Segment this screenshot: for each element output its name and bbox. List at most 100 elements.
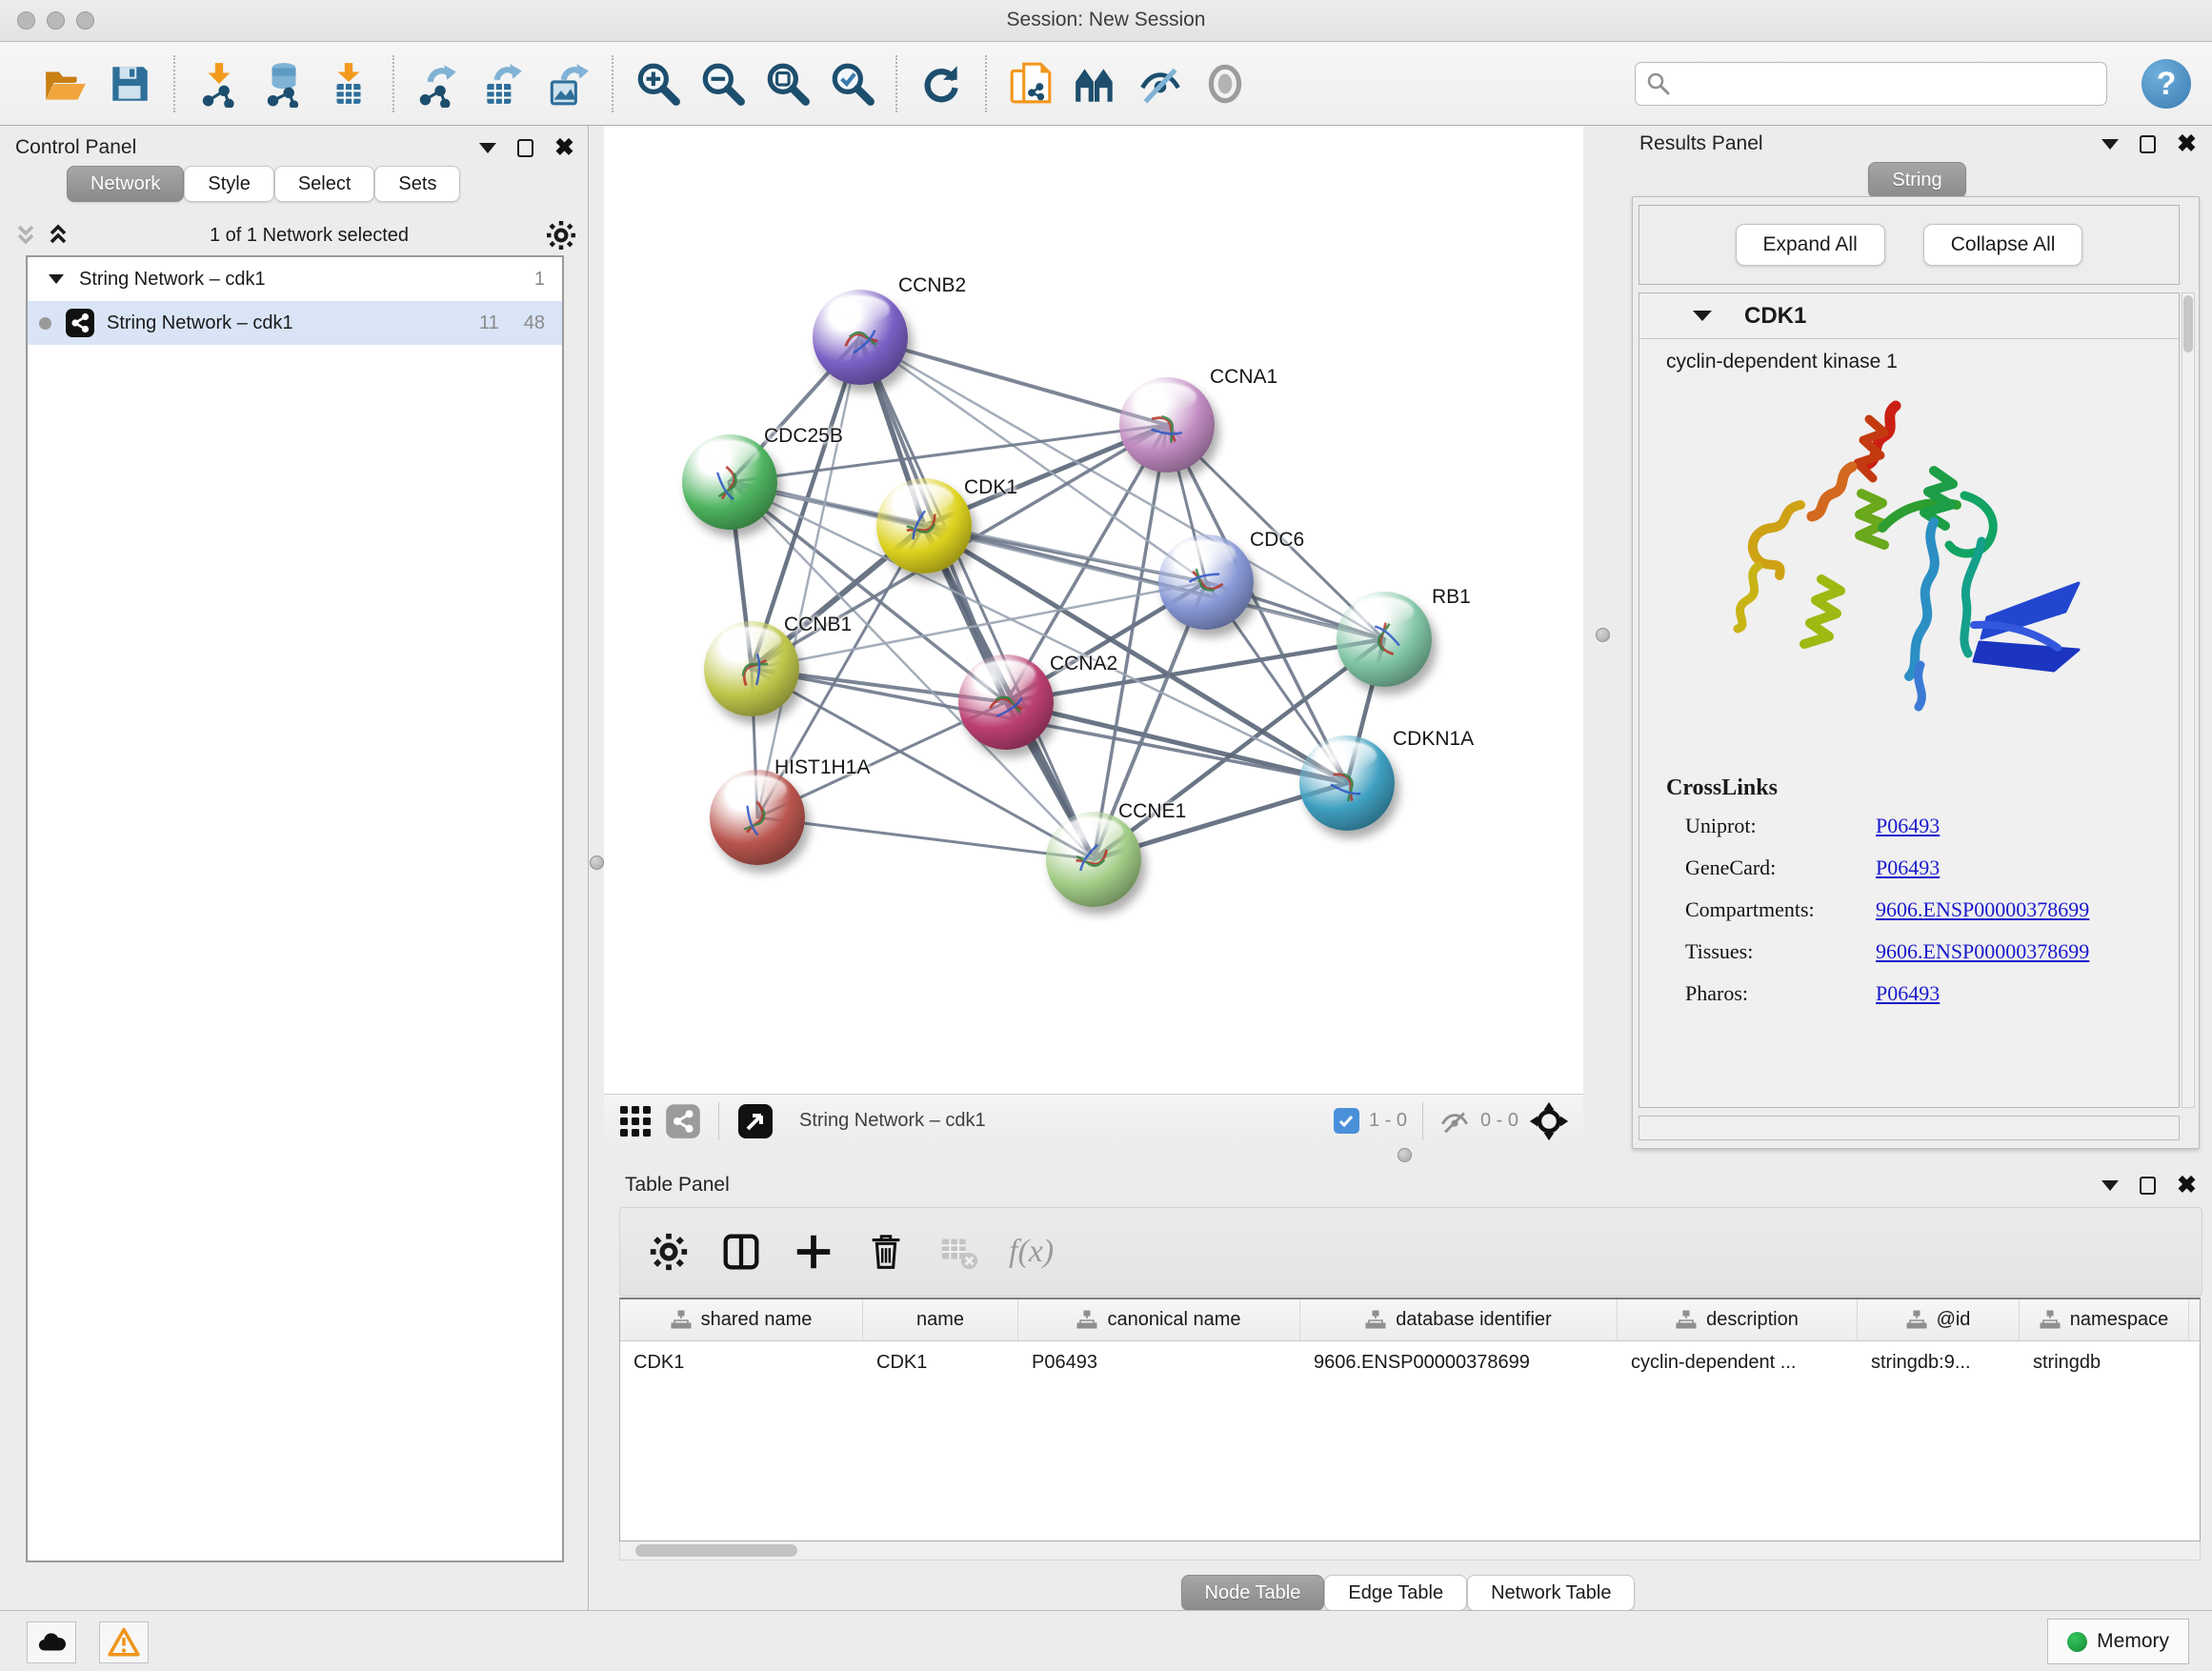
column-header-canonicalname[interactable]: canonical name bbox=[1018, 1299, 1300, 1340]
crosslink-link[interactable]: 9606.ENSP00000378699 bbox=[1876, 939, 2089, 964]
show-hidden-button[interactable] bbox=[1199, 58, 1251, 110]
refresh-network-button[interactable] bbox=[915, 58, 967, 110]
search-input[interactable] bbox=[1679, 73, 2106, 95]
network-options-gear-icon[interactable] bbox=[544, 218, 578, 252]
save-session-button[interactable] bbox=[104, 58, 155, 110]
warnings-button[interactable] bbox=[99, 1621, 149, 1663]
crosslink-link[interactable]: P06493 bbox=[1876, 814, 1940, 838]
network-canvas[interactable]: CCNB2CCNA1CDC25BCDK1CDC6RB1CCNB1CCNA2CDK… bbox=[604, 126, 1583, 1094]
selected-checkbox-icon[interactable] bbox=[1334, 1108, 1359, 1134]
collection-expand-icon[interactable] bbox=[49, 274, 64, 284]
crosslink-link[interactable]: P06493 bbox=[1876, 856, 1940, 880]
float-panel-icon[interactable] bbox=[479, 143, 496, 153]
tab-network-table[interactable]: Network Table bbox=[1467, 1575, 1635, 1611]
network-collection-row[interactable]: String Network – cdk1 1 bbox=[28, 257, 562, 301]
network-view-title: String Network – cdk1 bbox=[799, 1110, 986, 1132]
collapse-all-icon[interactable] bbox=[10, 219, 42, 252]
tab-select[interactable]: Select bbox=[274, 166, 375, 202]
table-options-gear-icon[interactable] bbox=[647, 1230, 691, 1274]
network-node-CDKN1A[interactable] bbox=[1299, 735, 1395, 831]
maximize-panel-icon[interactable] bbox=[517, 139, 533, 157]
entry-expand-icon[interactable] bbox=[1693, 311, 1712, 321]
create-column-plus-icon[interactable] bbox=[792, 1230, 835, 1274]
export-image-button[interactable] bbox=[542, 58, 593, 110]
node-label-CDC6: CDC6 bbox=[1250, 529, 1304, 552]
export-network-button[interactable] bbox=[412, 58, 464, 110]
network-node-CDK1[interactable] bbox=[876, 478, 972, 574]
float-panel-icon[interactable] bbox=[2101, 1180, 2119, 1191]
column-header-id[interactable]: @id bbox=[1858, 1299, 2020, 1340]
table-scrollbar-thumb[interactable] bbox=[635, 1544, 797, 1557]
node-table-body: CDK1CDK1P064939606.ENSP00000378699cyclin… bbox=[620, 1341, 2200, 1383]
import-table-button[interactable] bbox=[323, 58, 374, 110]
memory-button[interactable]: Memory bbox=[2047, 1619, 2189, 1664]
tab-edge-table[interactable]: Edge Table bbox=[1324, 1575, 1467, 1611]
gene-entry-header[interactable]: CDK1 bbox=[1639, 293, 2179, 339]
maximize-panel-icon[interactable] bbox=[2140, 1177, 2156, 1195]
column-header-name[interactable]: name bbox=[863, 1299, 1018, 1340]
column-header-sharedname[interactable]: shared name bbox=[620, 1299, 863, 1340]
column-header-description[interactable]: description bbox=[1618, 1299, 1858, 1340]
crosslink-row: Uniprot:P06493 bbox=[1639, 805, 2179, 847]
column-header-namespace[interactable]: namespace bbox=[2020, 1299, 2189, 1340]
maximize-panel-icon[interactable] bbox=[2140, 135, 2156, 153]
right-splitter[interactable] bbox=[1583, 126, 1622, 1158]
zoom-in-button[interactable] bbox=[632, 58, 683, 110]
results-scrollbar[interactable] bbox=[2182, 292, 2195, 1108]
zoom-selected-button[interactable] bbox=[826, 58, 877, 110]
export-table-button[interactable] bbox=[477, 58, 529, 110]
export-view-icon[interactable] bbox=[736, 1102, 774, 1140]
hidden-eye-slash-icon[interactable] bbox=[1438, 1105, 1471, 1137]
collapse-all-button[interactable]: Collapse All bbox=[1923, 224, 2083, 266]
tab-sets[interactable]: Sets bbox=[374, 166, 460, 202]
close-panel-icon[interactable]: ✖ bbox=[2177, 1176, 2197, 1195]
float-panel-icon[interactable] bbox=[2101, 139, 2119, 150]
import-network-button[interactable] bbox=[193, 58, 245, 110]
show-columns-icon[interactable] bbox=[719, 1230, 763, 1274]
delete-table-icon bbox=[936, 1230, 980, 1274]
tab-style[interactable]: Style bbox=[184, 166, 273, 202]
table-row[interactable]: CDK1CDK1P064939606.ENSP00000378699cyclin… bbox=[620, 1341, 2200, 1383]
hide-selected-button[interactable] bbox=[1135, 58, 1186, 110]
column-header-label: shared name bbox=[701, 1309, 813, 1331]
network-node-CCNA2[interactable] bbox=[958, 654, 1054, 750]
zoom-fit-button[interactable] bbox=[761, 58, 813, 110]
table-cell: stringdb bbox=[2020, 1341, 2189, 1383]
close-panel-icon[interactable]: ✖ bbox=[2177, 134, 2197, 153]
table-horizontal-scrollbar[interactable] bbox=[619, 1541, 2201, 1560]
tab-string[interactable]: String bbox=[1868, 162, 1965, 198]
network-node-CCNE1[interactable] bbox=[1046, 812, 1141, 907]
network-badge-icon[interactable] bbox=[665, 1103, 701, 1139]
expand-all-icon[interactable] bbox=[42, 219, 74, 252]
crosslink-link[interactable]: 9606.ENSP00000378699 bbox=[1876, 897, 2089, 922]
network-node-RB1[interactable] bbox=[1337, 592, 1432, 687]
network-row[interactable]: String Network – cdk1 1148 bbox=[28, 301, 562, 345]
birds-eye-crosshair-icon[interactable] bbox=[1528, 1100, 1570, 1142]
network-node-HIST1H1A[interactable] bbox=[710, 770, 805, 865]
zoom-out-button[interactable] bbox=[696, 58, 748, 110]
network-node-CCNA1[interactable] bbox=[1119, 377, 1215, 473]
grid-view-icon[interactable] bbox=[617, 1103, 654, 1139]
expand-all-button[interactable]: Expand All bbox=[1736, 224, 1885, 266]
open-session-button[interactable] bbox=[39, 58, 90, 110]
clone-network-button[interactable] bbox=[1005, 58, 1056, 110]
delete-column-trash-icon[interactable] bbox=[864, 1230, 908, 1274]
bottom-splitter-handle[interactable] bbox=[1398, 1148, 1412, 1162]
tab-node-table[interactable]: Node Table bbox=[1181, 1575, 1325, 1611]
network-node-CCNB2[interactable] bbox=[813, 290, 908, 385]
left-splitter[interactable] bbox=[589, 126, 604, 1610]
crosslink-link[interactable]: P06493 bbox=[1876, 981, 1940, 1006]
right-splitter-handle[interactable] bbox=[1596, 628, 1610, 642]
import-database-button[interactable] bbox=[258, 58, 310, 110]
column-header-databaseidentifier[interactable]: database identifier bbox=[1300, 1299, 1618, 1340]
cloud-status-button[interactable] bbox=[27, 1621, 76, 1663]
help-button[interactable]: ? bbox=[2142, 59, 2191, 109]
results-scrollbar-thumb[interactable] bbox=[2183, 295, 2193, 352]
close-panel-icon[interactable]: ✖ bbox=[554, 138, 574, 157]
node-gloss-highlight bbox=[829, 295, 890, 324]
left-splitter-handle[interactable] bbox=[590, 856, 604, 870]
network-node-CDC25B[interactable] bbox=[682, 434, 777, 530]
tab-network[interactable]: Network bbox=[67, 166, 184, 202]
graphics-details-button[interactable] bbox=[1070, 58, 1121, 110]
network-node-CDC6[interactable] bbox=[1158, 534, 1254, 630]
